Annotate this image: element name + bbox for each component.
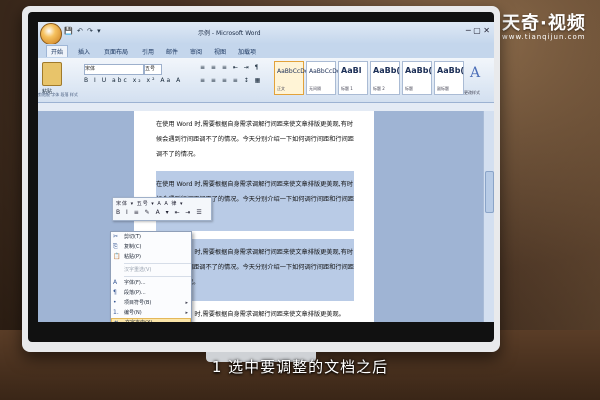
mini-toolbar: 宋体 ▾ 五号 ▾ A A 律 ▾ B I ≡ ✎ A ▾ ⇤ ⇥ ☰ [112,197,212,221]
style-heading-1[interactable]: AaBl 标题 1 [338,61,368,95]
context-menu-item-label: 段落(P)... [124,290,146,296]
style-subtitle[interactable]: AaBb( 副标题 [434,61,464,95]
font-name-select[interactable]: 宋体 [84,64,144,75]
scrollbar-thumb[interactable] [485,171,494,213]
context-menu-item[interactable]: • 项目符号(B) ▸ [111,298,191,308]
title-bar: 💾 ↶ ↷ ▾ 示例 - Microsoft Word ─ ▢ ✕ [38,22,494,45]
office-button[interactable] [40,23,62,45]
context-menu-item-icon: 1. [113,309,119,316]
style-sample: AaBl [341,66,362,75]
context-menu-item-label: 剪切(T) [124,234,141,240]
context-menu-item-icon: ✂ [113,233,119,240]
change-styles-icon: A [470,65,481,81]
context-menu-item-icon: ⇅ [114,320,122,322]
logo-url: www.tianqijun.com [502,33,586,41]
context-menu-item[interactable]: ⎘ 复制(C) [111,242,191,252]
change-styles-button[interactable]: A 更改样式 [464,62,488,95]
submenu-arrow-icon: ▸ [185,310,188,316]
tab-mailings[interactable]: 邮件 [166,47,178,56]
style-sample: AaBb( [405,66,433,75]
style-sample: AaBb( [437,66,465,75]
context-menu-item-label: 文字方向(X)... [125,320,157,322]
tab-view[interactable]: 视图 [214,47,226,56]
paragraph-buttons-row2[interactable]: ≡ ≡ ≡ ≡ ↕ ▦ [200,77,262,84]
tab-page-layout[interactable]: 页面布局 [104,47,128,56]
context-menu-item-label: 字体(F)... [124,280,146,286]
context-menu-item[interactable]: 1. 编号(N) ▸ [111,308,191,318]
style-sample: AaBbCcDd [309,68,341,75]
style-title[interactable]: AaBb( 标题 [402,61,432,95]
tab-review[interactable]: 审阅 [190,47,202,56]
tab-addins[interactable]: 加载项 [238,47,256,56]
context-menu-item-label: 编号(N) [124,310,142,316]
window-title: 示例 - Microsoft Word [198,30,261,37]
context-menu-item-icon [113,266,121,274]
style-heading-2[interactable]: AaBb( 标题 2 [370,61,400,95]
tab-home[interactable]: 开始 [46,45,69,57]
context-menu-item-icon: ⎘ [113,243,118,250]
style-sample: AaBbCcDd [277,68,309,75]
font-format-buttons[interactable]: B I U abc x₂ x² Aa A [84,77,182,84]
context-menu-item-icon: • [113,299,117,306]
context-menu-item-icon: ¶ [113,289,117,296]
monitor: 💾 ↶ ↷ ▾ 示例 - Microsoft Word ─ ▢ ✕ 开始 插入 … [22,6,500,352]
context-menu-item[interactable]: 📋 粘贴(P) [111,252,191,262]
style-normal[interactable]: AaBbCcDd 正文 [274,61,309,95]
tab-references[interactable]: 引用 [142,47,154,56]
paste-icon[interactable] [42,62,62,86]
context-menu-item-icon: A [113,279,118,286]
context-menu-item[interactable]: ⇅文字方向(X)... [111,318,191,322]
style-no-spacing[interactable]: AaBbCcDd 无间隔 [306,61,341,95]
font-size-select[interactable]: 五号 [144,64,162,75]
video-subtitle: 1 选中要调整的文档之后 [211,358,389,376]
context-menu-item[interactable]: ¶ 段落(P)... [111,288,191,298]
context-menu-item: 汉字重选(V) [111,265,191,275]
style-sample: AaBb( [373,66,401,75]
vertical-scrollbar[interactable] [483,111,494,322]
context-menu: ✂ 剪切(T) ⎘ 复制(C) 📋 粘贴(P) 汉字重选(V) A 字体(F)... ¶ 段落(P)… [110,231,192,322]
word-window: 💾 ↶ ↷ ▾ 示例 - Microsoft Word ─ ▢ ✕ 开始 插入 … [38,22,494,322]
context-menu-item-label: 项目符号(B) [124,300,152,306]
submenu-arrow-icon: ▸ [185,300,188,306]
tab-insert[interactable]: 插入 [78,47,90,56]
document-area: 在使用 Word 时,需要根据自身需求调解行间距来使文章排版更美观,有时候会遇到… [38,111,484,322]
ribbon: 粘贴 宋体 五号 B I U abc x₂ x² Aa A ≡ ≡ ≡ ⇤ ⇥ … [38,58,494,103]
paragraph-1[interactable]: 在使用 Word 时,需要根据自身需求调解行间距来使文章排版更美观,有时候会遇到… [156,117,356,162]
window-controls[interactable]: ─ ▢ ✕ [466,26,490,35]
context-menu-separator [124,263,191,264]
mini-toolbar-format-row[interactable]: B I ≡ ✎ A ▾ ⇤ ⇥ ☰ [116,209,204,216]
context-menu-item-icon: 📋 [113,253,121,260]
paragraph-buttons-row1[interactable]: ≡ ≡ ≡ ⇤ ⇥ ¶ [200,64,261,71]
context-menu-item-label: 复制(C) [124,244,142,250]
quick-access-toolbar[interactable]: 💾 ↶ ↷ ▾ [64,27,102,35]
logo-name: 天奇·视频 [502,13,586,34]
ribbon-tabs: 开始 插入 页面布局 引用 邮件 审阅 视图 加载项 [38,44,494,58]
monitor-bezel: 💾 ↶ ↷ ▾ 示例 - Microsoft Word ─ ▢ ✕ 开始 插入 … [28,12,494,342]
context-menu-separator [124,276,191,277]
context-menu-item-label: 粘贴(P) [124,254,141,260]
mini-toolbar-font-row[interactable]: 宋体 ▾ 五号 ▾ A A 律 ▾ [116,200,184,207]
context-menu-item[interactable]: ✂ 剪切(T) [111,232,191,242]
context-menu-item-label: 汉字重选(V) [124,267,152,273]
ribbon-group-labels: 剪贴板 字体 段落 样式 [38,92,78,97]
context-menu-item[interactable]: A 字体(F)... [111,278,191,288]
